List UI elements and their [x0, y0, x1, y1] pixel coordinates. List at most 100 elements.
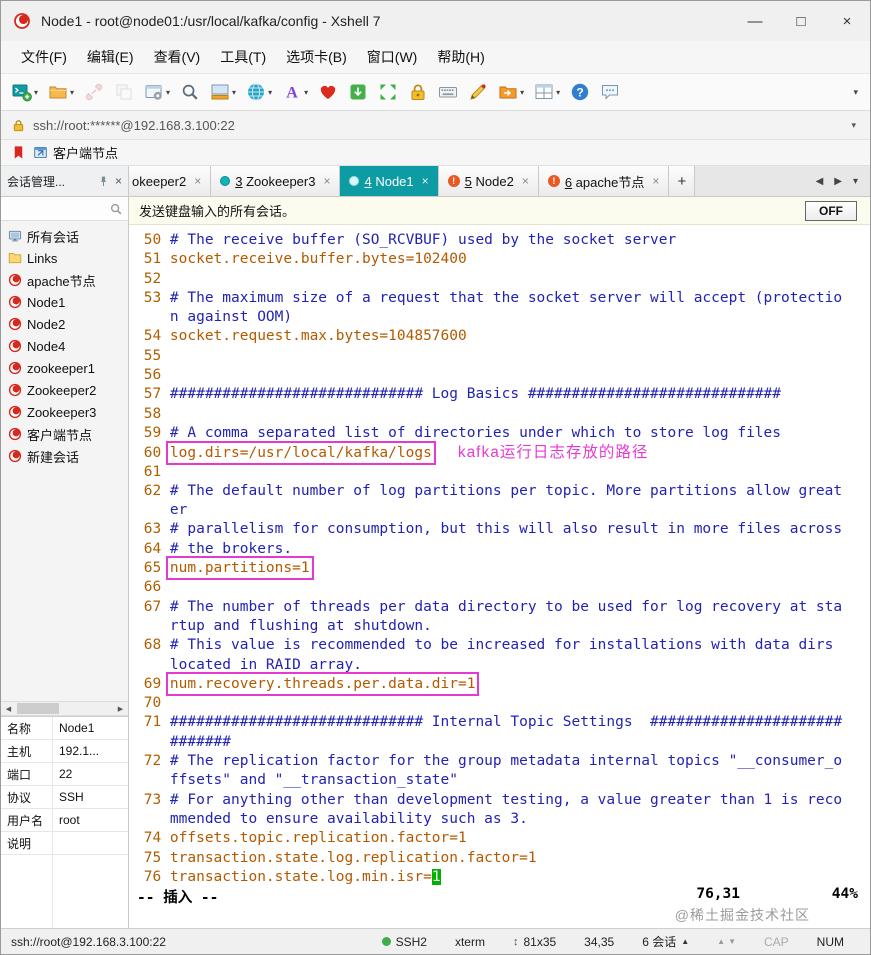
tab-close-icon[interactable]: ×	[422, 174, 429, 188]
scroll-right-icon[interactable]: ▶	[113, 705, 128, 713]
tab-close-icon[interactable]: ×	[323, 174, 330, 188]
fullscreen-button[interactable]	[374, 79, 402, 105]
tab-apache-node[interactable]: ! 6 apache节点 ×	[538, 166, 670, 196]
tab-close-icon[interactable]: ×	[652, 174, 659, 188]
menu-file[interactable]: 文件(F)	[11, 42, 77, 72]
tab-close-icon[interactable]: ×	[194, 174, 201, 188]
tab-node1[interactable]: 4 Node1 ×	[340, 166, 439, 196]
line-number: 50	[143, 232, 162, 248]
help-button[interactable]: ?	[566, 79, 594, 105]
tree-label: Node4	[27, 338, 66, 354]
panel-close-icon[interactable]: ×	[115, 174, 122, 188]
menu-window[interactable]: 窗口(W)	[357, 42, 428, 72]
session-search[interactable]	[1, 197, 128, 221]
tree-item-apache-node[interactable]: apache节点	[1, 269, 128, 291]
address-bar[interactable]: ssh://root:******@192.168.3.100:22 ▾	[1, 111, 870, 140]
tree-item-node2[interactable]: Node2	[1, 313, 128, 335]
terminal-line: 52	[135, 270, 870, 289]
properties-button[interactable]: ▾	[140, 79, 174, 105]
terminal-line: 67 # The number of threads per data direc…	[135, 598, 870, 617]
pin-icon[interactable]	[97, 175, 110, 188]
code-text: num.recovery.threads.per.data.dir=1	[165, 671, 480, 696]
arrange-windows-button[interactable]: ▾	[530, 79, 564, 105]
panel-title: 会话管理...	[7, 174, 66, 189]
new-session-button[interactable]: ▾	[8, 79, 42, 105]
toolbar-overflow-icon[interactable]: ▾	[847, 87, 864, 98]
tab-close-icon[interactable]: ×	[522, 174, 529, 188]
code-text: er	[169, 502, 188, 519]
maximize-button[interactable]: □	[778, 1, 824, 41]
terminal-line: mmended to ensure availability such as 3…	[135, 810, 870, 829]
terminal-line: 75 transaction.state.log.replication.fact…	[135, 849, 870, 868]
svg-text:A: A	[286, 85, 298, 102]
receive-folder-button[interactable]: ▾	[494, 79, 528, 105]
tree-item-all-sessions[interactable]: 所有会话	[1, 225, 128, 247]
compose-bar-icon	[210, 82, 230, 102]
open-session-icon	[48, 82, 68, 102]
open-session-button[interactable]: ▾	[44, 79, 78, 105]
scrollbar-thumb[interactable]	[17, 703, 59, 714]
line-number: 65	[143, 560, 162, 577]
tree-item-node1[interactable]: Node1	[1, 291, 128, 313]
session-icon	[8, 361, 22, 375]
tab-scroll-right-icon[interactable]: ▶	[834, 176, 842, 187]
property-row: 端口 22	[1, 763, 128, 786]
svg-text:?: ?	[576, 85, 583, 99]
scroll-left-icon[interactable]: ◀	[1, 705, 16, 713]
tree-item-client-node[interactable]: 客户端节点	[1, 423, 128, 445]
broadcast-off-button[interactable]: OFF	[805, 200, 857, 221]
property-key: 名称	[1, 717, 53, 739]
tab-menu-icon[interactable]: ▾	[853, 176, 858, 187]
menu-tools[interactable]: 工具(T)	[210, 42, 276, 72]
address-url[interactable]: ssh://root:******@192.168.3.100:22	[33, 118, 844, 133]
tree-item-zookeeper3[interactable]: Zookeeper3	[1, 401, 128, 423]
new-tab-button[interactable]: +	[669, 166, 696, 196]
feedback-button[interactable]	[596, 79, 624, 105]
font-button[interactable]: A ▾	[278, 79, 312, 105]
lock-screen-button[interactable]	[404, 79, 432, 105]
highlight-button[interactable]	[464, 79, 492, 105]
property-key: 说明	[1, 832, 53, 854]
find-icon	[180, 82, 200, 102]
tree-item-new-session[interactable]: 新建会话	[1, 445, 128, 467]
tab-scroll-left-icon[interactable]: ◀	[816, 176, 824, 187]
minimize-button[interactable]: —	[732, 1, 778, 41]
bookmark-bar: 客户端节点	[1, 140, 870, 166]
zmodem-button[interactable]	[314, 79, 342, 105]
tab-zookeeper2-partial[interactable]: okeeper2 ×	[129, 166, 212, 196]
terminal-line: 61	[135, 463, 870, 482]
session-count[interactable]: 6 会话 ▲	[642, 933, 689, 950]
title-bar[interactable]: Node1 - root@node01:/usr/local/kafka/con…	[1, 1, 870, 41]
menu-edit[interactable]: 编辑(E)	[77, 42, 144, 72]
menu-help[interactable]: 帮助(H)	[427, 42, 494, 72]
terminal[interactable]: 50 # The receive buffer (SO_RCVBUF) used …	[129, 225, 870, 928]
web-button[interactable]: ▾	[242, 79, 276, 105]
tab-node2[interactable]: ! 5 Node2 ×	[438, 166, 539, 196]
address-dropdown-icon[interactable]: ▾	[851, 120, 860, 131]
code-text: # The number of threads per data directo…	[169, 598, 843, 615]
session-icon	[8, 449, 22, 463]
tree-item-node4[interactable]: Node4	[1, 335, 128, 357]
line-number: 64	[143, 540, 162, 557]
menu-tabs[interactable]: 选项卡(B)	[276, 42, 357, 72]
scrollbar-track[interactable]	[16, 702, 113, 715]
bookmark-item[interactable]: 客户端节点	[33, 143, 118, 162]
find-button[interactable]	[176, 79, 204, 105]
tree-item-links[interactable]: Links	[1, 247, 128, 269]
terminal-type[interactable]: xterm	[455, 935, 485, 949]
virtual-keyboard-button[interactable]	[434, 79, 462, 105]
session-tree: 所有会话 Links apache节点 Node1 Node2 Node4 zookeepe…	[1, 221, 128, 701]
code-text: num.partitions=1	[165, 556, 314, 581]
menu-view[interactable]: 查看(V)	[144, 42, 211, 72]
tab-zookeeper3[interactable]: 3 Zookeeper3 ×	[211, 166, 341, 196]
transfer-button[interactable]	[344, 79, 372, 105]
close-button[interactable]: ×	[824, 1, 870, 41]
tree-item-zookeeper2[interactable]: Zookeeper2	[1, 379, 128, 401]
bookmark-flag-icon[interactable]	[11, 145, 26, 160]
tab-row: 会话管理... × okeeper2 × 3 Zookeeper3 × 4 Node1 ×…	[1, 166, 870, 197]
line-number: 74	[143, 830, 162, 847]
horizontal-scrollbar[interactable]: ◀ ▶	[1, 701, 128, 716]
code-text: # the brokers.	[169, 540, 293, 557]
tree-item-zookeeper1[interactable]: zookeeper1	[1, 357, 128, 379]
compose-bar-button[interactable]: ▾	[206, 79, 240, 105]
